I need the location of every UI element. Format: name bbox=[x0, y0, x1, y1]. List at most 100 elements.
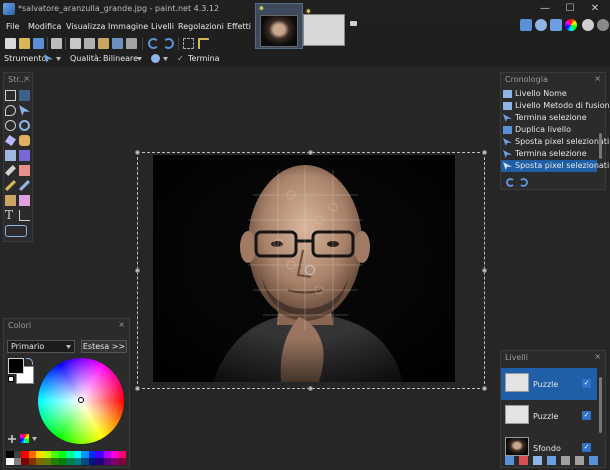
layer-row[interactable]: Puzzle ✓ bbox=[501, 400, 597, 432]
layer-name: Puzzle bbox=[533, 380, 559, 389]
ellipse-select-icon[interactable] bbox=[5, 120, 16, 131]
expand-colors-button[interactable]: Estesa >> bbox=[81, 340, 127, 353]
finish-button[interactable]: Termina bbox=[188, 54, 220, 63]
menu-effetti[interactable]: Effetti bbox=[227, 22, 251, 31]
resize-handle-top-left[interactable] bbox=[135, 150, 140, 155]
history-item[interactable]: Livello Metodo di fusione bbox=[501, 100, 610, 112]
quality-select[interactable]: Bilineare bbox=[103, 54, 138, 63]
layer-visibility-checkbox[interactable]: ✓ bbox=[582, 379, 591, 388]
eraser-icon[interactable] bbox=[19, 165, 30, 176]
layer-properties-icon[interactable] bbox=[589, 456, 598, 465]
text-tool-icon[interactable]: T bbox=[5, 209, 16, 221]
rotate-center-handle[interactable] bbox=[305, 265, 315, 275]
pan-hand-icon[interactable] bbox=[19, 135, 30, 146]
rectangle-select-icon[interactable] bbox=[5, 90, 16, 101]
resize-handle-top[interactable] bbox=[308, 150, 313, 155]
primary-color-swatch[interactable] bbox=[8, 358, 24, 374]
merge-layer-icon[interactable] bbox=[547, 456, 556, 465]
color-wheel-cursor[interactable] bbox=[78, 397, 84, 403]
move-layer-down-icon[interactable] bbox=[575, 456, 584, 465]
move-selection-icon[interactable] bbox=[19, 90, 30, 101]
cut-icon[interactable] bbox=[70, 38, 81, 49]
menu-file[interactable]: File bbox=[6, 22, 19, 31]
clone-stamp-icon[interactable] bbox=[5, 195, 16, 206]
antialiasing-icon[interactable] bbox=[151, 54, 160, 63]
layer-row[interactable]: Sfondo ✓ bbox=[501, 432, 597, 456]
print-icon[interactable] bbox=[51, 38, 62, 49]
history-item[interactable]: Duplica livello bbox=[501, 124, 597, 136]
history-scrollbar[interactable] bbox=[599, 133, 602, 159]
history-item[interactable]: Termina selezione bbox=[501, 112, 597, 124]
paint-bucket-icon[interactable] bbox=[5, 150, 16, 161]
resize-handle-bottom-left[interactable] bbox=[135, 386, 140, 391]
delete-layer-icon[interactable] bbox=[519, 456, 528, 465]
new-icon[interactable] bbox=[5, 38, 16, 49]
history-item[interactable]: Sposta pixel selezionati bbox=[501, 136, 609, 148]
duplicate-layer-icon[interactable] bbox=[533, 456, 542, 465]
save-icon[interactable] bbox=[33, 38, 44, 49]
copy-icon[interactable] bbox=[84, 38, 95, 49]
colors-panel-title: Colori bbox=[8, 321, 32, 330]
history-item[interactable]: Termina selezione bbox=[501, 148, 597, 160]
line-curve-icon[interactable] bbox=[19, 210, 30, 221]
crop-icon[interactable] bbox=[112, 38, 123, 49]
add-color-icon[interactable] bbox=[8, 435, 16, 443]
history-item[interactable]: Livello Nome bbox=[501, 88, 597, 100]
recolor-icon[interactable] bbox=[19, 195, 30, 206]
redo-icon[interactable] bbox=[519, 178, 528, 187]
checkmark-icon: ✓ bbox=[177, 54, 184, 63]
reset-colors-icon[interactable] bbox=[8, 376, 14, 382]
history-window-icon[interactable] bbox=[535, 19, 547, 31]
undo-icon[interactable] bbox=[506, 178, 515, 187]
tools-window-icon[interactable] bbox=[520, 19, 532, 31]
minimize-button[interactable]: — bbox=[536, 2, 554, 16]
redo-icon[interactable] bbox=[163, 38, 174, 49]
ruler-icon[interactable] bbox=[198, 38, 209, 49]
menu-visualizza[interactable]: Visualizza bbox=[66, 22, 105, 31]
shapes-icon[interactable] bbox=[5, 225, 27, 237]
close-icon[interactable]: × bbox=[594, 74, 601, 83]
help-icon[interactable] bbox=[597, 19, 609, 31]
paste-icon[interactable] bbox=[98, 38, 109, 49]
menu-livelli[interactable]: Livelli bbox=[151, 22, 174, 31]
menu-regolazioni[interactable]: Regolazioni bbox=[178, 22, 224, 31]
menu-modifica[interactable]: Modifica bbox=[28, 22, 61, 31]
undo-icon[interactable] bbox=[148, 38, 159, 49]
move-selection-icon bbox=[503, 150, 512, 158]
layer-visibility-checkbox[interactable]: ✓ bbox=[582, 443, 591, 452]
move-layer-up-icon[interactable] bbox=[561, 456, 570, 465]
close-icon[interactable]: × bbox=[118, 320, 125, 329]
swap-colors-icon[interactable] bbox=[26, 358, 33, 365]
tab-dropdown-icon[interactable] bbox=[350, 21, 357, 26]
menu-immagine[interactable]: Immagine bbox=[108, 22, 148, 31]
lasso-select-icon[interactable] bbox=[5, 105, 16, 116]
layers-window-icon[interactable] bbox=[550, 19, 562, 31]
color-mode-select[interactable]: Primario bbox=[7, 340, 75, 353]
close-icon[interactable]: × bbox=[594, 352, 601, 361]
add-layer-icon[interactable] bbox=[505, 456, 514, 465]
layer-row-selected[interactable]: Puzzle ✓ bbox=[501, 368, 597, 400]
layer-visibility-checkbox[interactable]: ✓ bbox=[582, 411, 591, 420]
close-icon[interactable]: × bbox=[23, 74, 30, 83]
open-icon[interactable] bbox=[19, 38, 30, 49]
colors-window-icon[interactable] bbox=[565, 19, 577, 31]
resize-handle-bottom-right[interactable] bbox=[482, 386, 487, 391]
color-palette[interactable] bbox=[6, 451, 126, 465]
zoom-icon[interactable] bbox=[19, 120, 30, 131]
layer-properties-icon bbox=[503, 90, 512, 98]
deselect-icon[interactable] bbox=[126, 38, 137, 49]
close-button[interactable]: ✕ bbox=[586, 2, 604, 16]
resize-handle-left[interactable] bbox=[135, 268, 140, 273]
gradient-icon[interactable] bbox=[19, 150, 30, 161]
resize-handle-top-right[interactable] bbox=[482, 150, 487, 155]
quality-label: Qualità: bbox=[70, 54, 102, 63]
resize-handle-bottom[interactable] bbox=[308, 386, 313, 391]
palette-icon[interactable] bbox=[20, 434, 29, 443]
layers-scrollbar[interactable] bbox=[599, 377, 602, 433]
resize-handle-right[interactable] bbox=[482, 268, 487, 273]
maximize-button[interactable]: ☐ bbox=[561, 2, 579, 16]
grid-icon[interactable] bbox=[183, 38, 194, 49]
history-item-selected[interactable]: Sposta pixel selezionati bbox=[501, 160, 609, 172]
image-tab-second[interactable] bbox=[303, 14, 345, 46]
settings-gear-icon[interactable] bbox=[582, 19, 594, 31]
